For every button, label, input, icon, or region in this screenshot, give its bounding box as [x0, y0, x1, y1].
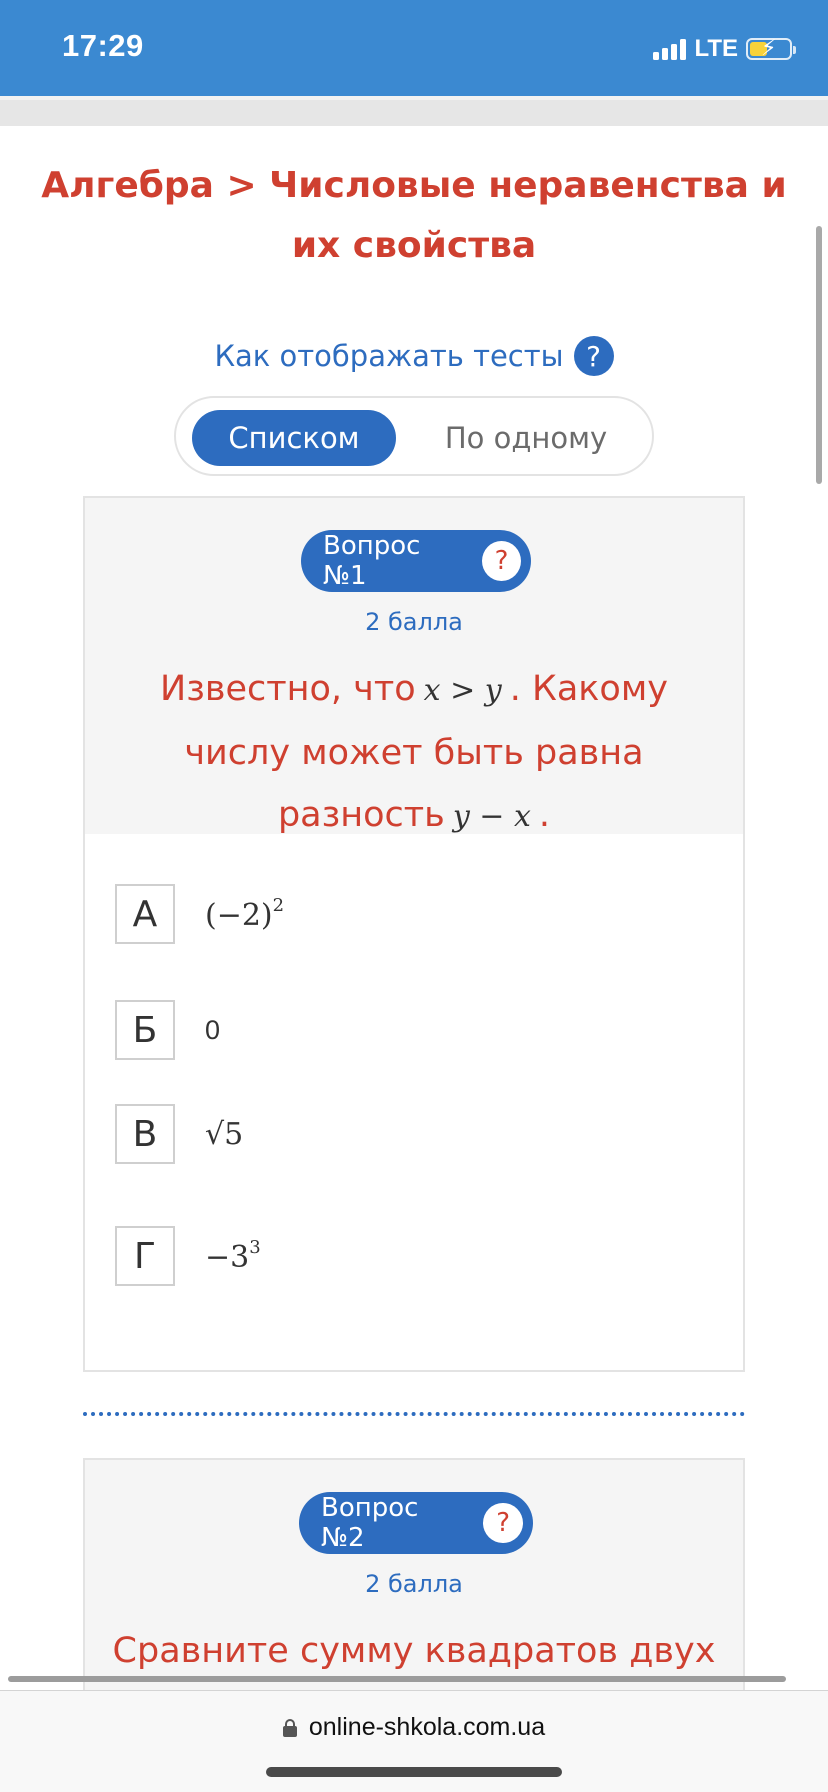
question-number-badge: Вопрос №1 ? — [301, 530, 531, 592]
option-letter[interactable]: Б — [115, 1000, 175, 1060]
question-help-icon[interactable]: ? — [483, 1503, 523, 1543]
browser-address-bar: online-shkola.com.ua — [0, 1690, 828, 1792]
option-letter[interactable]: А — [115, 884, 175, 944]
view-mode-label: Как отображать тесты — [214, 339, 564, 373]
question-number: Вопрос №2 — [321, 1493, 419, 1553]
status-indicators: LTE ⚡ — [653, 35, 796, 62]
page-title: Алгебра > Числовые неравенства и их свой… — [41, 165, 787, 266]
answer-option[interactable]: Б 0 — [115, 1000, 220, 1060]
view-mode-toggle: Списком По одному — [174, 396, 654, 476]
network-type: LTE — [694, 35, 738, 62]
answer-option[interactable]: А (−2)2 — [115, 884, 284, 944]
option-letter[interactable]: Г — [115, 1226, 175, 1286]
math-expression: x > y — [423, 673, 502, 708]
question-number-badge: Вопрос №2 ? — [299, 1492, 533, 1554]
question-card: Вопрос №1 ? 2 балла Известно, что x > y. … — [83, 496, 745, 1372]
view-mode-row: Как отображать тесты ? — [0, 336, 828, 376]
option-value: 0 — [205, 1014, 221, 1045]
status-time: 17:29 — [62, 28, 144, 63]
option-value: −33 — [205, 1237, 261, 1275]
help-icon[interactable]: ? — [573, 336, 614, 376]
answer-option[interactable]: В √5 — [115, 1104, 243, 1164]
answer-option[interactable]: Г −33 — [115, 1226, 261, 1286]
option-value: (−2)2 — [205, 895, 285, 933]
single-view-button[interactable]: По одному — [412, 410, 640, 466]
question-text: Сравните сумму квадратов двух — [112, 1631, 716, 1671]
status-bar: 17:29 LTE ⚡ — [0, 0, 828, 96]
question-text: Известно, что x > y. Какому числу может б… — [160, 669, 668, 835]
scrollbar[interactable] — [816, 226, 822, 484]
question-number: Вопрос №1 — [323, 531, 421, 591]
question-separator — [83, 1412, 745, 1416]
header-divider — [0, 96, 828, 126]
question-header: Вопрос №1 ? 2 балла Известно, что x > y. … — [85, 498, 743, 835]
url-text[interactable]: online-shkola.com.ua — [309, 1713, 545, 1742]
home-indicator[interactable] — [266, 1767, 562, 1777]
page-progress-bar — [8, 1676, 786, 1682]
battery-icon: ⚡ — [746, 36, 796, 61]
signal-icon — [653, 38, 687, 60]
option-value: √5 — [205, 1116, 244, 1152]
option-letter[interactable]: В — [115, 1104, 175, 1164]
question-help-icon[interactable]: ? — [482, 541, 521, 581]
lock-icon — [282, 1718, 297, 1737]
math-expression: y − x — [452, 799, 531, 834]
list-view-button[interactable]: Списком — [192, 410, 396, 466]
question-points: 2 балла — [365, 1570, 463, 1598]
url-field[interactable]: online-shkola.com.ua — [0, 1713, 828, 1742]
question-points: 2 балла — [365, 608, 463, 636]
